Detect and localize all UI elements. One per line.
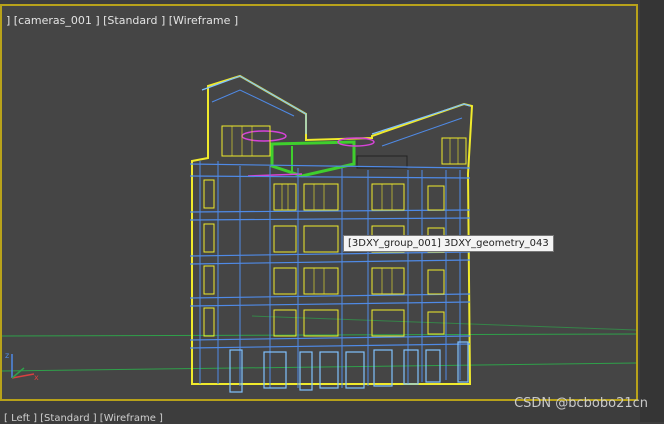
bottom-viewport-label[interactable]: [ Left ] [Standard ] [Wireframe ] [4, 413, 163, 424]
object-tooltip: [3DXY_group_001] 3DXY_geometry_043 [343, 235, 554, 252]
roof-left [201, 75, 307, 134]
svg-text:x: x [34, 373, 39, 382]
svg-text:z: z [5, 351, 9, 360]
grid-line [2, 362, 636, 372]
viewport-label[interactable]: ] [cameras_001 ] [Standard ] [Wireframe … [6, 14, 238, 27]
magenta-line [247, 173, 303, 177]
roof-left-inner [211, 89, 295, 117]
columns [199, 161, 461, 388]
building-wireframe[interactable] [189, 74, 474, 393]
camera-viewport[interactable]: z x ] [cameras_001 ] [Standard ] [Wirefr… [0, 4, 638, 401]
watermark: CSDN @bcbobo21cn [514, 396, 648, 411]
magenta-ring [241, 130, 287, 142]
wireframe-scene[interactable]: z x [2, 6, 636, 399]
xyz-axis-icon: z x [5, 351, 39, 382]
right-panel-edge [640, 0, 664, 422]
